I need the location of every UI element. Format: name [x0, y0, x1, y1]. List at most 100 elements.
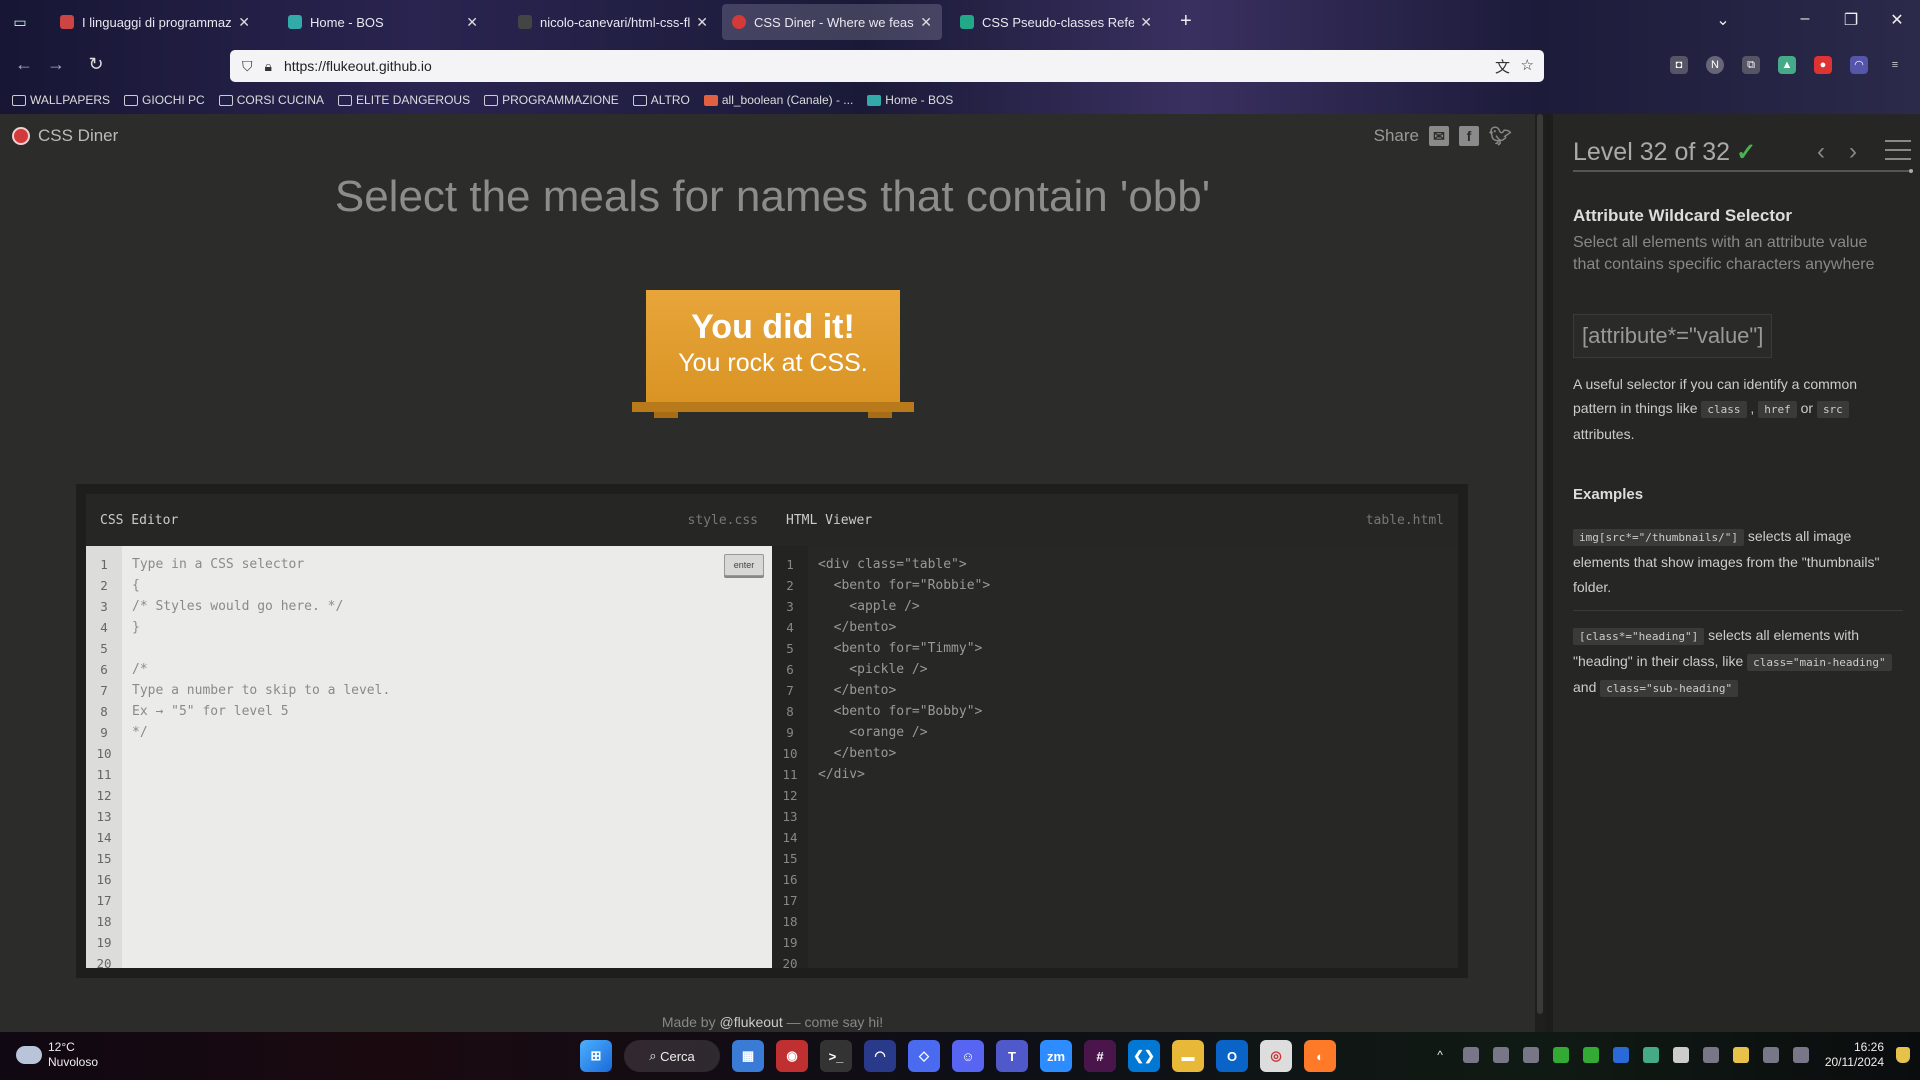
bookmark-star-icon[interactable]: ☆: [1521, 56, 1534, 74]
close-tab-icon[interactable]: ✕: [696, 14, 708, 31]
onedrive-icon[interactable]: [1672, 1047, 1689, 1063]
close-window-icon[interactable]: ✕: [1882, 10, 1912, 30]
flukeout-link[interactable]: @flukeout: [719, 1014, 782, 1030]
reload-icon[interactable]: ↻: [84, 54, 108, 75]
tab-css-diner[interactable]: CSS Diner - Where we feast on ✕: [722, 4, 942, 40]
line-number: 16: [96, 872, 112, 887]
line-number: 9: [786, 725, 794, 740]
line-number: 3: [786, 599, 794, 614]
discord-icon[interactable]: ☺: [952, 1040, 984, 1072]
logo[interactable]: CSS Diner: [12, 126, 118, 146]
terminal-icon[interactable]: >_: [820, 1040, 852, 1072]
extensions-icon[interactable]: ⧉: [1742, 56, 1760, 74]
slack-tray-icon[interactable]: [1462, 1047, 1479, 1063]
bos-icon: [867, 94, 882, 106]
start-icon[interactable]: ⊞: [580, 1040, 612, 1072]
page-scrollbar[interactable]: [1535, 114, 1545, 1032]
network-icon[interactable]: [1762, 1047, 1779, 1063]
html-viewer: HTML Viewer table.html 1 2 3 4 5 6 7 8 9 10 11 12 13…: [772, 494, 1458, 971]
css-input[interactable]: Type in a CSS selector {/* Styles would g…: [122, 546, 772, 968]
store-icon[interactable]: ▦: [732, 1040, 764, 1072]
code-line: Type in a CSS selector: [132, 557, 305, 572]
clock[interactable]: 16:26 20/11/2024: [1825, 1040, 1884, 1070]
tab-linguaggi[interactable]: I linguaggi di programmazion ✕: [50, 4, 260, 40]
tray-chevron-icon[interactable]: ^: [1437, 1048, 1443, 1062]
drive-icon[interactable]: ▲: [1778, 56, 1796, 74]
scrollbar-thumb[interactable]: [1537, 114, 1543, 1014]
next-level-icon[interactable]: ›: [1849, 138, 1857, 166]
close-tab-icon[interactable]: ✕: [238, 14, 250, 31]
forward-icon[interactable]: →: [44, 54, 68, 75]
tab-overflow-chevron-icon[interactable]: ⌄: [1708, 10, 1738, 30]
notification-bell-icon[interactable]: [1896, 1047, 1910, 1063]
html-viewer-header: HTML Viewer table.html: [772, 494, 1458, 546]
folder-icon: [124, 94, 139, 106]
previous-level-icon[interactable]: ‹: [1817, 138, 1825, 166]
app-red-icon[interactable]: ◉: [776, 1040, 808, 1072]
bookmark-giochi-pc[interactable]: GIOCHI PC: [124, 93, 205, 107]
bookmark-programmazione[interactable]: PROGRAMMAZIONE: [484, 93, 619, 107]
razer-tray-icon[interactable]: [1582, 1047, 1599, 1063]
line-number: 7: [786, 683, 794, 698]
back-icon[interactable]: ←: [12, 54, 36, 75]
close-tab-icon[interactable]: ✕: [920, 14, 932, 31]
tab-home-bos[interactable]: Home - BOS ✕: [278, 4, 488, 40]
lock-icon[interactable]: 🔒︎: [265, 58, 272, 75]
facebook-icon[interactable]: f: [1459, 126, 1479, 146]
line-number: 7: [100, 683, 108, 698]
steam-tray-icon[interactable]: [1492, 1047, 1509, 1063]
tracking-shield-icon[interactable]: ⛉: [242, 58, 253, 75]
file-explorer-icon[interactable]: ▬: [1172, 1040, 1204, 1072]
firefox-icon[interactable]: ◐: [1304, 1040, 1336, 1072]
close-tab-icon[interactable]: ✕: [1140, 14, 1152, 31]
bookmark-elite-dangerous[interactable]: ELITE DANGEROUS: [338, 93, 470, 107]
tab-pseudo-classes[interactable]: CSS Pseudo-classes Reference ✕: [950, 4, 1162, 40]
twitter-icon[interactable]: 🐦︎: [1489, 126, 1512, 146]
url-text[interactable]: https://flukeout.github.io: [284, 58, 432, 74]
translate-icon[interactable]: 文: [1495, 56, 1510, 77]
chrome-icon[interactable]: ◎: [1260, 1040, 1292, 1072]
restore-icon[interactable]: ❐: [1836, 10, 1866, 30]
extension-red-icon[interactable]: ●: [1814, 56, 1832, 74]
tab-github[interactable]: nicolo-canevari/html-css-fluke ✕: [508, 4, 718, 40]
weather-widget[interactable]: 12°C Nuvoloso: [16, 1040, 98, 1070]
defender-icon[interactable]: [1642, 1047, 1659, 1063]
minimize-icon[interactable]: –: [1790, 10, 1820, 28]
code-line: </div>: [818, 767, 865, 782]
css-editor-body[interactable]: 1 2 3 4 5 6 7 8 9 10 11 12 13 14 15 16 17 18 19 20 Type in …: [86, 546, 772, 971]
bookmark-home-bos[interactable]: Home - BOS: [867, 93, 953, 107]
microphone-icon[interactable]: [1732, 1047, 1749, 1063]
level-menu-icon[interactable]: [1885, 140, 1911, 160]
bookmark-altro[interactable]: ALTRO: [632, 93, 690, 107]
new-tab-button[interactable]: +: [1180, 10, 1192, 33]
tab-list-icon[interactable]: ▭: [10, 12, 30, 32]
bitwarden-icon[interactable]: ◇: [908, 1040, 940, 1072]
bluetooth-icon[interactable]: [1612, 1047, 1629, 1063]
bookmark-wallpapers[interactable]: WALLPAPERS: [12, 93, 110, 107]
nvidia-tray-icon[interactable]: [1552, 1047, 1569, 1063]
close-tab-icon[interactable]: ✕: [466, 14, 478, 31]
teams-icon[interactable]: T: [996, 1040, 1028, 1072]
line-number: 17: [782, 893, 798, 908]
bookmark-corsi-cucina[interactable]: CORSI CUCINA: [218, 93, 324, 107]
slack-icon[interactable]: #: [1084, 1040, 1116, 1072]
volume-icon[interactable]: [1792, 1047, 1809, 1063]
pocket-icon[interactable]: ◘: [1670, 56, 1688, 74]
menu-icon[interactable]: ≡: [1886, 56, 1904, 74]
url-bar[interactable]: ⛉ 🔒︎ https://flukeout.github.io 文 ☆: [230, 50, 1544, 82]
email-icon[interactable]: ✉: [1429, 126, 1449, 146]
extension-blue-icon[interactable]: ◠: [1850, 56, 1868, 74]
account-icon[interactable]: N: [1706, 56, 1724, 74]
html-viewer-body: 1 2 3 4 5 6 7 8 9 10 11 12 13 14 15 16 17 18 19 20 <div cla…: [772, 546, 1458, 971]
tab-bar: ▭ I linguaggi di programmazion ✕ Home - …: [0, 0, 1920, 44]
outlook-icon[interactable]: O: [1216, 1040, 1248, 1072]
zoom-icon[interactable]: zm: [1040, 1040, 1072, 1072]
win-message: You did it! You rock at CSS.: [678, 308, 868, 377]
search-button[interactable]: ⌕ Cerca: [624, 1040, 720, 1072]
bookmark-all-boolean[interactable]: all_boolean (Canale) - ...: [703, 93, 853, 107]
vscode-icon[interactable]: ❮❯: [1128, 1040, 1160, 1072]
usb-icon[interactable]: [1702, 1047, 1719, 1063]
arc-tray-icon[interactable]: [1522, 1047, 1539, 1063]
arc-icon[interactable]: ◠: [864, 1040, 896, 1072]
enter-button[interactable]: enter: [724, 554, 764, 576]
